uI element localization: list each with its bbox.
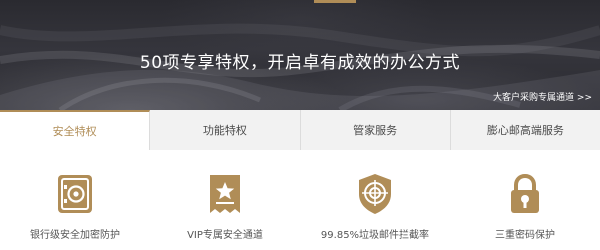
safe-icon: [55, 172, 95, 216]
feature-item-triple-password: 三重密码保护: [450, 150, 600, 250]
hero-banner: 50项专享特权，开启卓有成效的办公方式 大客户采购专属通道 >>: [0, 0, 600, 110]
feature-item-spam-block: 99.85%垃圾邮件拦截率: [300, 150, 450, 250]
enterprise-purchase-link[interactable]: 大客户采购专属通道 >>: [493, 90, 592, 103]
feature-label: 99.85%垃圾邮件拦截率: [320, 230, 430, 241]
target-shield-icon: [355, 172, 395, 216]
privilege-tabs: 安全特权 功能特权 管家服务 膨心邮高端服务: [0, 110, 600, 151]
banner-accent-bar: [314, 0, 356, 3]
feature-label: VIP专属安全通道: [187, 230, 263, 241]
banner-title: 50项专享特权，开启卓有成效的办公方式: [139, 53, 461, 73]
feature-item-vip-channel: VIP专属安全通道: [150, 150, 300, 250]
tab-security[interactable]: 安全特权: [0, 110, 151, 151]
feature-list: 银行级安全加密防护 VIP专属安全通道 99.85%垃圾邮件拦截率 三重密码保护: [0, 150, 600, 250]
feature-item-bank-security: 银行级安全加密防护: [0, 150, 150, 250]
vip-channel-icon: [205, 172, 245, 216]
padlock-icon: [505, 172, 545, 216]
feature-label: 银行级安全加密防护: [30, 230, 120, 241]
page: 50项专享特权，开启卓有成效的办公方式 大客户采购专属通道 >> 安全特权 功能…: [0, 0, 600, 250]
tab-premium-service[interactable]: 膨心邮高端服务: [450, 110, 600, 150]
tab-features[interactable]: 功能特权: [150, 110, 301, 150]
feature-label: 三重密码保护: [495, 230, 555, 241]
tab-butler-service[interactable]: 管家服务: [300, 110, 451, 150]
